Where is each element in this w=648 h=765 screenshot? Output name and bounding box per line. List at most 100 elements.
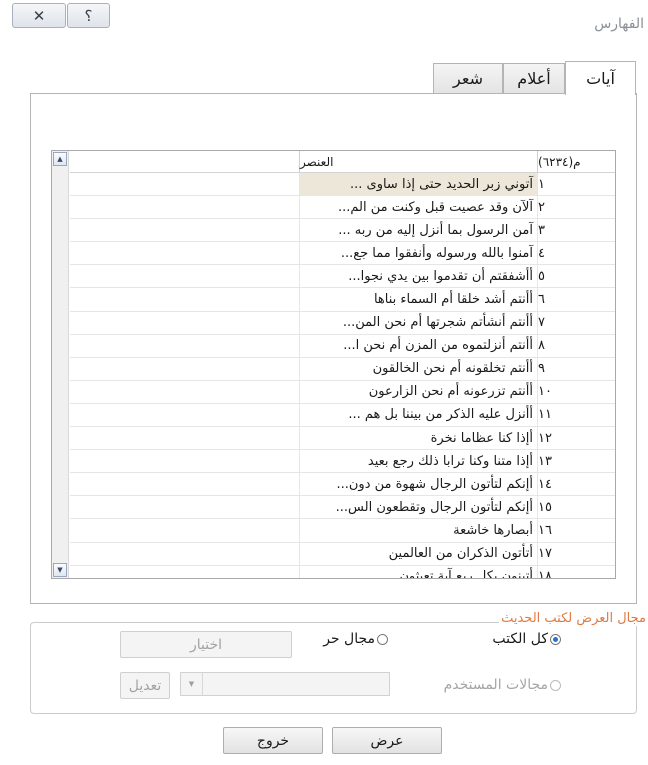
scroll-down-icon[interactable]: ▼ bbox=[53, 563, 67, 577]
row-text: آتوني زبر الحديد حتى إذا ساوى ... bbox=[299, 173, 537, 196]
row-number: ١ bbox=[537, 173, 615, 196]
row-number: ١٠ bbox=[537, 380, 615, 403]
list-row[interactable]: ١٨ أتبنون بكل ريع آية تعبثون bbox=[70, 565, 615, 578]
row-number: ١٦ bbox=[537, 519, 615, 542]
row-number: ١١ bbox=[537, 403, 615, 427]
list-row[interactable]: ١٦ أبصارها خاشعة bbox=[70, 519, 615, 543]
close-icon: ✕ bbox=[32, 6, 46, 25]
row-filler bbox=[70, 265, 299, 287]
row-text: أإنكم لتأتون الرجال شهوة من دون... bbox=[299, 473, 537, 496]
tab-ayat[interactable]: آيات bbox=[565, 61, 636, 95]
list-row[interactable]: ١٣ أإذا متنا وكنا ترابا ذلك رجع بعيد bbox=[70, 450, 615, 474]
row-number: ٧ bbox=[537, 311, 615, 334]
all-books-label: كل الكتب bbox=[492, 631, 548, 647]
list-row[interactable]: ١١ أأنزل عليه الذكر من بيننا بل هم ... bbox=[70, 403, 615, 428]
row-text: أتأتون الذكران من العالمين bbox=[299, 542, 537, 565]
help-icon: ؟ bbox=[84, 6, 93, 25]
free-range-label: مجال حر bbox=[323, 631, 375, 647]
row-filler bbox=[70, 173, 299, 195]
chevron-down-icon: ▼ bbox=[181, 673, 203, 695]
row-number: ١٢ bbox=[537, 427, 615, 450]
row-text: آمن الرسول بما أنزل إليه من ربه ... bbox=[299, 219, 537, 242]
list-row[interactable]: ٢ آلآن وقد عصيت قبل وكنت من الم... bbox=[70, 196, 615, 220]
show-button[interactable]: عرض bbox=[332, 727, 442, 754]
list-row[interactable]: ٨ أأنتم أنزلتموه من المزن أم نحن ا... bbox=[70, 334, 615, 358]
row-filler bbox=[70, 450, 299, 472]
user-ranges-radio[interactable]: مجالات المستخدم bbox=[444, 677, 561, 693]
row-number: ٦ bbox=[537, 288, 615, 311]
row-number: ١٨ bbox=[537, 565, 615, 578]
all-books-radio[interactable]: كل الكتب bbox=[492, 631, 561, 647]
row-number: ١٣ bbox=[537, 450, 615, 473]
row-text: آلآن وقد عصيت قبل وكنت من الم... bbox=[299, 196, 537, 219]
row-number: ٩ bbox=[537, 357, 615, 380]
list-row[interactable]: ٦ أأنتم أشد خلقا أم السماء بناها bbox=[70, 288, 615, 312]
row-filler bbox=[70, 358, 299, 380]
user-ranges-select[interactable]: ▼ bbox=[180, 672, 390, 696]
row-text: أإذا كنا عظاما نخرة bbox=[299, 427, 537, 450]
row-text: أبصارها خاشعة bbox=[299, 519, 537, 542]
scroll-up-icon[interactable]: ▲ bbox=[53, 152, 67, 166]
row-filler bbox=[70, 335, 299, 357]
list-row[interactable]: ١٤ أإنكم لتأتون الرجال شهوة من دون... bbox=[70, 473, 615, 497]
row-filler bbox=[70, 496, 299, 518]
row-filler bbox=[70, 288, 299, 310]
row-filler bbox=[70, 219, 299, 241]
column-header-number[interactable]: م(٦٢٣٤) bbox=[537, 151, 615, 172]
edit-button[interactable]: تعديل bbox=[120, 672, 170, 699]
list-row[interactable]: ١ آتوني زبر الحديد حتى إذا ساوى ... bbox=[70, 173, 615, 197]
row-text: أأنزل عليه الذكر من بيننا بل هم ... bbox=[299, 403, 537, 427]
list-row[interactable]: ٧ أأنتم أنشأتم شجرتها أم نحن المن... bbox=[70, 311, 615, 335]
row-text: أأنتم تخلقونه أم نحن الخالقون bbox=[299, 357, 537, 380]
row-filler bbox=[70, 566, 299, 578]
tab-shier[interactable]: شعر bbox=[433, 63, 503, 93]
list-row[interactable]: ١٥ أإنكم لتأتون الرجال وتقطعون الس... bbox=[70, 496, 615, 520]
row-number: ٣ bbox=[537, 219, 615, 242]
row-text: أأنتم أشد خلقا أم السماء بناها bbox=[299, 288, 537, 311]
row-text: أأنتم أنشأتم شجرتها أم نحن المن... bbox=[299, 311, 537, 334]
list-row[interactable]: ١٢ أإذا كنا عظاما نخرة bbox=[70, 427, 615, 451]
row-filler bbox=[70, 404, 299, 426]
choose-button[interactable]: اختيار bbox=[120, 631, 292, 658]
column-header-item[interactable]: العنصر bbox=[299, 151, 537, 172]
row-filler bbox=[70, 381, 299, 403]
row-text: أتبنون بكل ريع آية تعبثون bbox=[299, 565, 537, 578]
list-header: م(٦٢٣٤) العنصر bbox=[70, 151, 615, 173]
index-list[interactable]: ▲ ▼ م(٦٢٣٤) العنصر ١ آتوني زبر الحديد حتى… bbox=[51, 150, 616, 579]
tab-aalam[interactable]: أعلام bbox=[503, 63, 565, 93]
help-button[interactable]: ؟ bbox=[67, 3, 110, 28]
row-text: أإذا متنا وكنا ترابا ذلك رجع بعيد bbox=[299, 450, 537, 473]
row-filler bbox=[70, 543, 299, 565]
row-text: أأنتم أنزلتموه من المزن أم نحن ا... bbox=[299, 334, 537, 357]
window-title: الفهارس bbox=[594, 16, 644, 32]
row-filler bbox=[70, 242, 299, 264]
row-filler bbox=[70, 473, 299, 495]
row-text: أأشفقتم أن تقدموا بين يدي نجوا... bbox=[299, 265, 537, 288]
user-ranges-label: مجالات المستخدم bbox=[443, 677, 548, 693]
list-row[interactable]: ١٧ أتأتون الذكران من العالمين bbox=[70, 542, 615, 566]
list-row[interactable]: ١٠ أأنتم تزرعونه أم نحن الزارعون bbox=[70, 380, 615, 404]
exit-button[interactable]: خروج bbox=[223, 727, 323, 754]
list-row[interactable]: ٥ أأشفقتم أن تقدموا بين يدي نجوا... bbox=[70, 265, 615, 289]
list-row[interactable]: ٤ آمنوا بالله ورسوله وأنفقوا مما جع... bbox=[70, 242, 615, 266]
row-number: ٢ bbox=[537, 196, 615, 219]
display-scope-title: مجال العرض لكتب الحديث bbox=[499, 611, 648, 626]
row-filler bbox=[70, 312, 299, 334]
row-filler bbox=[70, 519, 299, 541]
vertical-scrollbar[interactable]: ▲ ▼ bbox=[52, 151, 69, 578]
radio-unchecked-icon bbox=[377, 633, 388, 645]
list-rows: ١ آتوني زبر الحديد حتى إذا ساوى ... ٢ آلآن … bbox=[70, 173, 615, 578]
column-header-filler bbox=[70, 151, 299, 172]
row-number: ١٤ bbox=[537, 473, 615, 496]
list-row[interactable]: ٩ أأنتم تخلقونه أم نحن الخالقون bbox=[70, 357, 615, 381]
free-range-radio[interactable]: مجال حر bbox=[323, 631, 388, 647]
list-row[interactable]: ٣ آمن الرسول بما أنزل إليه من ربه ... bbox=[70, 219, 615, 243]
title-bar: ✕ ؟ الفهارس bbox=[0, 0, 648, 44]
close-button[interactable]: ✕ bbox=[12, 3, 66, 28]
row-number: ٥ bbox=[537, 265, 615, 288]
row-number: ٤ bbox=[537, 242, 615, 265]
row-number: ١٥ bbox=[537, 496, 615, 519]
row-number: ١٧ bbox=[537, 542, 615, 565]
radio-unchecked-icon bbox=[550, 679, 561, 691]
row-filler bbox=[70, 427, 299, 449]
